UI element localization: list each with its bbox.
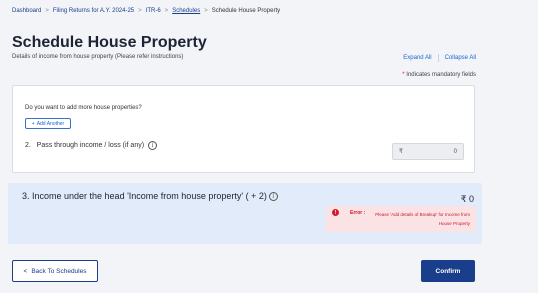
breadcrumb-separator: > — [204, 8, 208, 14]
chevron-left-icon: < — [23, 267, 28, 275]
pass-through-label: 2. Pass through income / loss (if any) — [25, 142, 145, 149]
breadcrumb-separator: > — [45, 8, 49, 14]
plus-icon: + — [31, 120, 35, 127]
income-amount: ₹ 0 — [460, 194, 474, 204]
expand-collapse-controls: Expand All Collapse All — [403, 54, 476, 62]
pass-through-value: 0 — [453, 148, 457, 155]
breadcrumb-separator: > — [138, 8, 142, 14]
income-title: 3. Income under the head 'Income from ho… — [22, 191, 278, 201]
breadcrumb-schedules[interactable]: Schedules — [172, 8, 200, 14]
add-more-question: Do you want to add more house properties… — [25, 105, 142, 111]
expand-all-link[interactable]: Expand All — [403, 55, 431, 61]
breadcrumb-current: Schedule House Property — [211, 8, 281, 14]
back-label: Back To Schedules — [31, 267, 87, 275]
back-to-schedules-button[interactable]: < Back To Schedules — [12, 260, 98, 282]
error-icon: ! — [332, 209, 339, 216]
error-message: Please 'Add details of Breakup' for Inco… — [375, 212, 470, 226]
add-another-label: Add Another — [36, 120, 65, 127]
mandatory-star: * — [402, 72, 405, 78]
breadcrumb-filing-returns[interactable]: Filing Returns for A.Y. 2024-25 — [53, 8, 134, 14]
pass-through-amount-field: ₹ 0 — [392, 143, 464, 160]
house-property-card: Do you want to add more house properties… — [12, 85, 475, 173]
collapse-all-link[interactable]: Collapse All — [445, 55, 476, 61]
rupee-icon: ₹ — [399, 149, 403, 155]
breadcrumb-itr6[interactable]: ITR-6 — [146, 8, 161, 14]
add-another-button[interactable]: + Add Another — [25, 118, 71, 129]
breadcrumb-separator: > — [164, 8, 169, 14]
breadcrumb: Dashboard > Filing Returns for A.Y. 2024… — [12, 8, 280, 14]
page-title: Schedule House Property — [12, 34, 207, 51]
pass-through-row: 2. Pass through income / loss (if any) i — [25, 141, 158, 150]
mandatory-note: * Indicates mandatory fields — [402, 72, 476, 78]
confirm-button[interactable]: Confirm — [421, 260, 475, 282]
mandatory-text: Indicates mandatory fields — [406, 72, 476, 78]
income-house-property-panel: 3. Income under the head 'Income from ho… — [8, 183, 482, 244]
info-icon[interactable]: i — [148, 141, 158, 150]
divider — [437, 54, 439, 62]
income-title-text: 3. Income under the head 'Income from ho… — [22, 191, 267, 201]
page-subtitle: Details of income from house property (P… — [12, 54, 184, 60]
error-message-box: ! Error : Please 'Add details of Breakup… — [326, 206, 476, 232]
info-icon[interactable]: i — [268, 191, 278, 201]
breadcrumb-dashboard[interactable]: Dashboard — [12, 8, 41, 14]
